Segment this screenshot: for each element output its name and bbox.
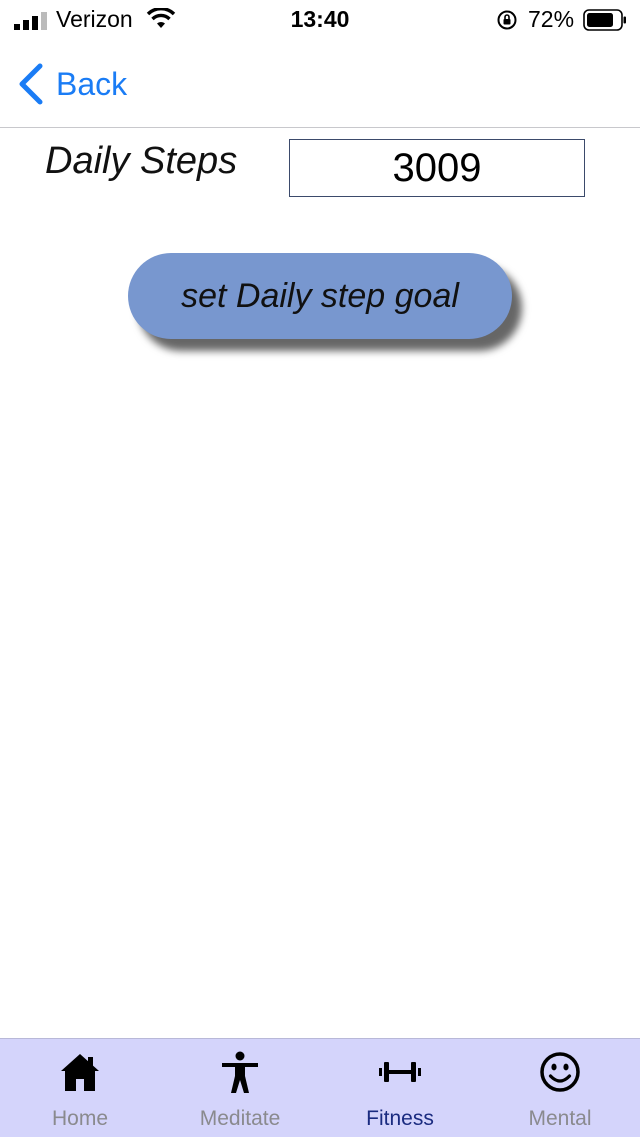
- back-button[interactable]: Back: [16, 60, 127, 108]
- orientation-lock-icon: [497, 10, 517, 30]
- tab-label: Mental: [528, 1107, 592, 1130]
- chevron-left-icon: [19, 63, 43, 105]
- tab-home[interactable]: Home: [0, 1039, 160, 1137]
- tab-label: Meditate: [199, 1107, 281, 1130]
- tab-label: Fitness: [366, 1107, 434, 1130]
- navigation-bar: Back: [0, 40, 640, 128]
- back-label: Back: [56, 65, 128, 102]
- daily-steps-input[interactable]: [289, 139, 585, 197]
- house-icon: [61, 1054, 99, 1091]
- tab-bar: Home Meditate Fitness Mental: [0, 1038, 640, 1137]
- person-icon: [222, 1051, 258, 1093]
- status-bar: Verizon 13:40 72%: [0, 0, 640, 40]
- daily-steps-label: Daily Steps: [45, 140, 238, 182]
- dumbbell-icon: [379, 1062, 421, 1082]
- set-daily-step-goal-button[interactable]: set Daily step goal: [128, 253, 512, 339]
- smiley-icon: [540, 1052, 580, 1092]
- battery-percentage: 72%: [528, 6, 575, 32]
- battery-icon: [583, 9, 626, 31]
- tab-meditate[interactable]: Meditate: [160, 1039, 320, 1137]
- tab-mental[interactable]: Mental: [480, 1039, 640, 1137]
- tab-label: Home: [51, 1107, 109, 1130]
- tab-fitness[interactable]: Fitness: [320, 1039, 480, 1137]
